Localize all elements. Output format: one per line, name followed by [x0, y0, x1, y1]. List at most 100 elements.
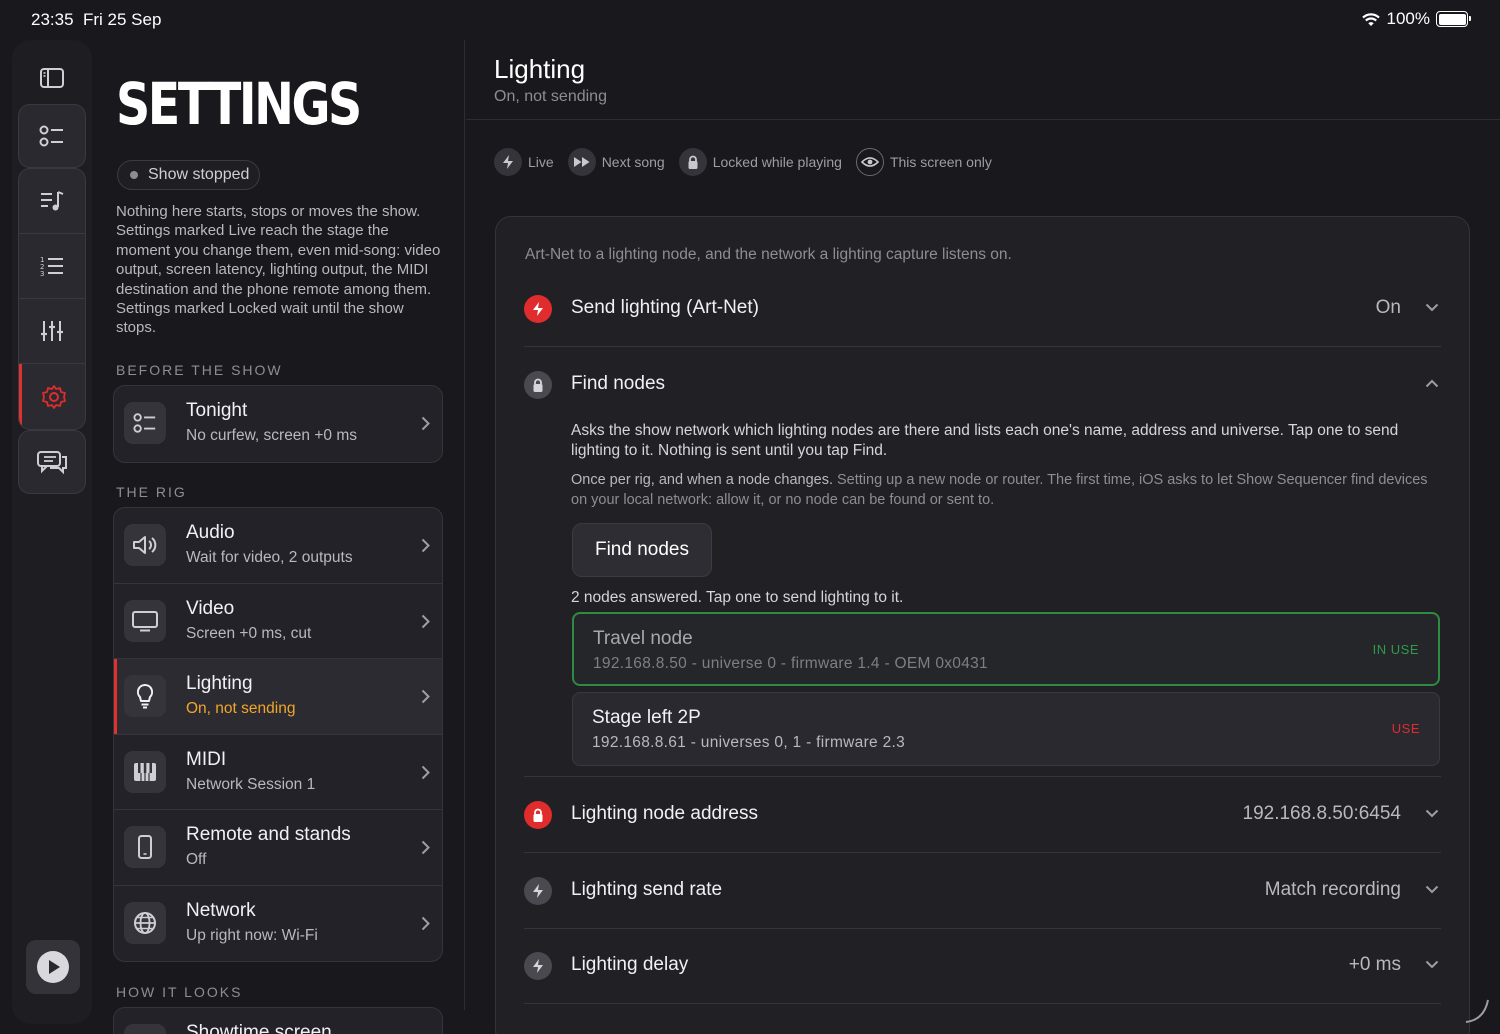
sidebar-toggle-icon [40, 68, 64, 88]
rail-settings-button[interactable] [19, 364, 85, 429]
setting-label: Lighting node address [571, 803, 758, 824]
sidebar-item-midi[interactable]: MIDI Network Session 1 [114, 735, 442, 810]
numbered-list-icon: 123 [40, 256, 63, 278]
node-meta: 192.168.8.61 - universes 0, 1 - firmware… [592, 734, 906, 751]
how-it-looks-card: Showtime screen [113, 1007, 443, 1034]
chevron-right-icon [421, 689, 430, 704]
sidebar-item-label: Audio [186, 522, 235, 543]
sidebar-item-label: MIDI [186, 748, 227, 770]
battery-icon [1436, 11, 1471, 27]
send-lighting-setting[interactable]: Send lighting (Art-Net) On [524, 271, 1441, 347]
chevron-right-icon [421, 538, 430, 553]
detail-subtitle: On, not sending [494, 88, 607, 105]
sidebar-item-audio[interactable]: Audio Wait for video, 2 outputs [114, 508, 442, 584]
rail-checklist-button[interactable] [18, 104, 86, 168]
section-heading-before-show: BEFORE THE SHOW [116, 362, 283, 378]
find-nodes-button[interactable]: Find nodes [572, 523, 712, 577]
page-title: SETTINGS [116, 70, 362, 138]
legend-this-screen: This screen only [855, 148, 992, 176]
lock-icon [678, 148, 707, 176]
eye-icon [855, 148, 884, 176]
chevron-right-icon [421, 916, 430, 930]
rail-messages-button[interactable] [18, 430, 86, 494]
detail-title: Lighting [494, 54, 586, 84]
setting-value: 192.168.8.50:6454 [1242, 803, 1402, 824]
chevron-down-icon [1425, 303, 1439, 312]
find-nodes-section: Find nodes Asks the show network which l… [524, 347, 1441, 777]
sidebar-toggle-button[interactable] [18, 46, 86, 110]
in-use-badge: IN USE [1372, 642, 1419, 657]
wifi-icon [1361, 12, 1380, 26]
sidebar-item-remote[interactable]: Remote and stands Off [114, 810, 442, 886]
sidebar-item-lighting[interactable]: Lighting On, not sending [114, 659, 442, 735]
use-button[interactable]: USE [1392, 721, 1420, 736]
play-icon [37, 951, 69, 983]
sidebar-item-label: Tonight [186, 400, 248, 421]
icon-rail: 123 [12, 40, 92, 1024]
sidebar-item-sub: Network Session 1 [186, 775, 316, 793]
legend-next-song: Next song [567, 148, 665, 176]
setting-value: Match recording [1264, 879, 1401, 900]
setting-label: Send lighting (Art-Net) [571, 297, 759, 318]
chevron-down-icon [1425, 960, 1439, 969]
play-button[interactable] [26, 940, 80, 994]
sidebar-item-sub: Wait for video, 2 outputs [186, 549, 353, 566]
rail-mixer-button[interactable] [19, 299, 85, 364]
bolt-icon [524, 877, 552, 905]
status-right: 100% [1361, 9, 1471, 29]
sidebar-item-sub: Up right now: Wi-Fi [186, 926, 318, 944]
setting-label: Lighting delay [571, 954, 689, 975]
sidebar-divider [464, 40, 465, 1010]
sidebar-item-tonight[interactable]: Tonight No curfew, screen +0 ms [114, 386, 442, 462]
sidebar-item-label: Showtime screen [186, 1022, 332, 1034]
setting-value: +0 ms [1348, 954, 1401, 975]
rail-list-button[interactable]: 123 [19, 234, 85, 299]
bolt-icon [494, 148, 522, 176]
status-bar: 23:35 Fri 25 Sep 100% [0, 0, 1500, 40]
find-nodes-header[interactable]: Find nodes [524, 347, 1441, 423]
chevron-right-icon [421, 416, 430, 431]
battery-percent: 100% [1386, 9, 1430, 28]
screen-icon [124, 1024, 166, 1034]
fast-forward-icon [567, 148, 596, 176]
rig-card: Audio Wait for video, 2 outputs Video Sc… [113, 507, 443, 962]
checklist-icon [39, 125, 63, 147]
show-status-label: Show stopped [148, 166, 250, 183]
gear-icon [41, 384, 66, 409]
node-name: Stage left 2P [592, 707, 701, 728]
sidebar-item-video[interactable]: Video Screen +0 ms, cut [114, 584, 442, 659]
sidebar-item-showtime-screen[interactable]: Showtime screen [114, 1008, 442, 1034]
sidebar-item-network[interactable]: Network Up right now: Wi-Fi [114, 886, 442, 962]
settings-sidebar: SETTINGS Show stopped Nothing here start… [100, 40, 464, 1034]
lock-icon [524, 371, 552, 399]
globe-icon [124, 901, 166, 944]
monitor-icon [124, 599, 166, 642]
node-travel[interactable]: Travel node 192.168.8.50 - universe 0 - … [572, 612, 1440, 686]
node-stage-left[interactable]: Stage left 2P 192.168.8.61 - universes 0… [572, 692, 1440, 766]
setting-label: Find nodes [571, 373, 666, 394]
sidebar-item-sub: Screen +0 ms, cut [186, 624, 312, 642]
lighting-settings-panel: Art-Net to a lighting node, and the netw… [495, 216, 1470, 1034]
show-status-badge: Show stopped [117, 160, 261, 190]
rail-songs-button[interactable] [19, 169, 85, 234]
bulb-icon [124, 675, 166, 717]
chevron-up-icon [1425, 379, 1439, 388]
chevron-right-icon [421, 765, 430, 779]
sidebar-item-label: Remote and stands [186, 824, 351, 845]
send-rate-setting[interactable]: Lighting send rate Match recording [524, 853, 1441, 929]
intro-text: Nothing here starts, stops or moves the … [116, 203, 441, 337]
checklist-icon [124, 402, 166, 444]
header-divider [466, 119, 1500, 120]
sidebar-item-sub: Off [186, 851, 207, 868]
rail-nav-group: 123 [18, 168, 86, 430]
find-nodes-description: Asks the show network which lighting nod… [571, 422, 1399, 459]
music-list-icon [41, 191, 64, 211]
phone-icon [124, 826, 166, 868]
svg-text:3: 3 [40, 270, 44, 278]
legend: Live Next song Locked while playing This… [494, 148, 992, 176]
lighting-delay-setting[interactable]: Lighting delay +0 ms [524, 928, 1441, 1004]
sidebar-item-sub: On, not sending [186, 700, 296, 717]
before-show-card: Tonight No curfew, screen +0 ms [113, 385, 443, 463]
chevron-right-icon [421, 840, 430, 855]
node-address-setting[interactable]: Lighting node address 192.168.8.50:6454 [524, 777, 1441, 853]
